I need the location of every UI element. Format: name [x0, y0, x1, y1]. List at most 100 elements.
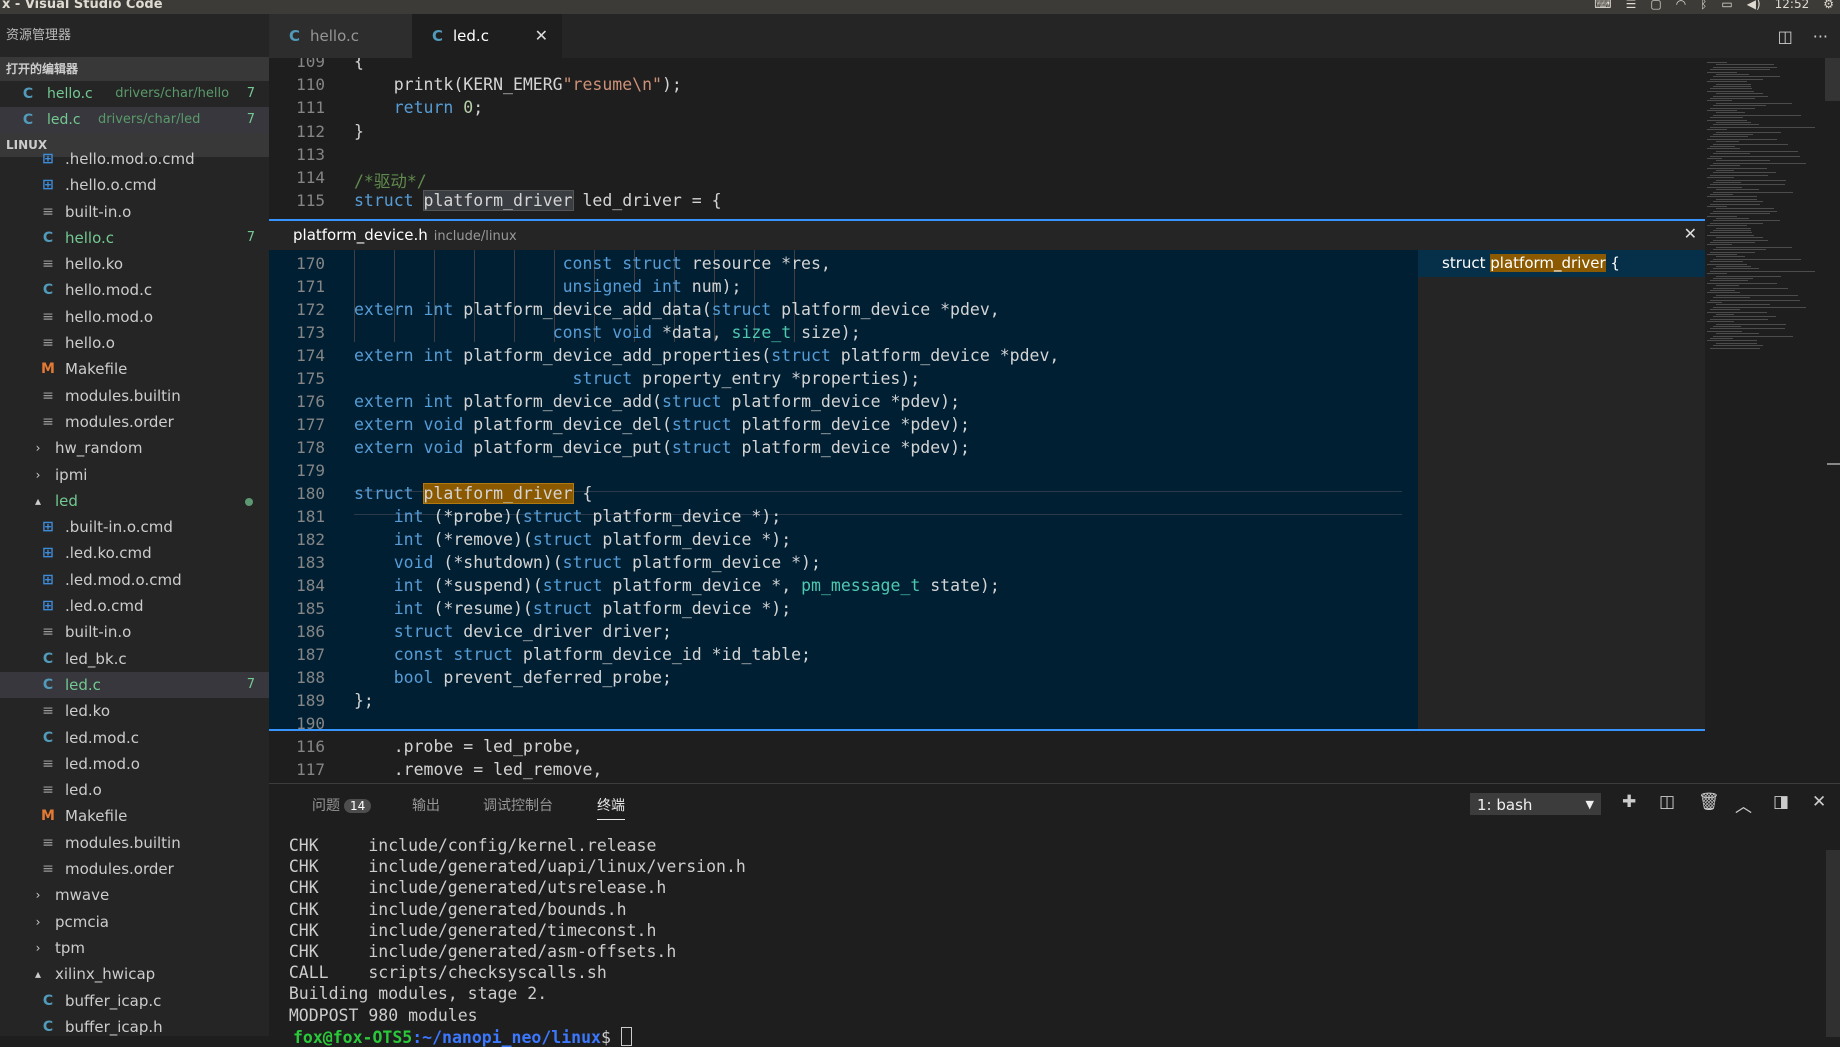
terminal-line: CHK include/generated/asm-offsets.h — [269, 942, 677, 961]
terminal-line: CHK include/generated/uapi/linux/version… — [269, 857, 746, 877]
tab-output[interactable]: 输出 — [412, 795, 440, 815]
terminal-line: MODPOST 980 modules — [269, 1005, 478, 1025]
tree-item[interactable]: ▴ led — [0, 488, 269, 514]
tab-debug-console[interactable]: 调试控制台 — [483, 795, 553, 815]
tree-item[interactable]: Chello.mod.c — [0, 277, 269, 303]
tree-item[interactable]: ≡ led.mod.o — [0, 751, 269, 777]
code-line: .remove = led_remove, — [354, 760, 603, 780]
tree-item[interactable]: ≡ hello.o — [0, 330, 269, 356]
tree-item[interactable]: Cled_bk.c — [0, 646, 269, 672]
tree-item[interactable]: › pcmcia — [0, 909, 269, 935]
keyboard-icon[interactable]: ⌨ — [1594, 0, 1611, 11]
close-tab-icon[interactable]: ✕ — [535, 14, 548, 58]
clock[interactable]: 12:52 — [1775, 0, 1810, 11]
close-panel-icon[interactable]: ✕ — [1812, 792, 1826, 812]
minimap-line — [1716, 141, 1740, 143]
minimap-line — [1713, 172, 1776, 174]
tree-item[interactable]: M Makefile — [0, 356, 269, 382]
peek-file-name[interactable]: platform_device.h include/linux — [293, 226, 517, 244]
bluetooth-icon[interactable]: ᛒ — [1700, 0, 1707, 11]
terminal-line: CHK include/generated/timeconst.h — [269, 920, 657, 940]
peek-reference-item[interactable]: struct platform_driver { — [1418, 250, 1705, 277]
line-number: 113 — [296, 144, 325, 164]
tree-item[interactable]: ⊞ .hello.mod.o.cmd — [0, 146, 269, 172]
maximize-panel-icon[interactable]: ︿ — [1735, 792, 1752, 817]
tree-item[interactable]: ⊞ .built-in.o.cmd — [0, 514, 269, 540]
tree-item[interactable]: ⊞ .led.ko.cmd — [0, 540, 269, 566]
tree-item[interactable]: Cbuffer_icap.h — [0, 1014, 269, 1036]
peek-code[interactable]: 170 const struct resource *res, 171 unsig… — [269, 250, 1402, 729]
menu-icon[interactable]: ☰ — [1626, 0, 1637, 11]
tab-terminal[interactable]: 终端 — [597, 795, 625, 820]
scrollbar-thumb[interactable] — [1825, 58, 1840, 101]
chevron-right-icon: › — [35, 467, 41, 482]
minimap-line — [1713, 66, 1778, 68]
tab-problems[interactable]: 问题 14 — [312, 795, 372, 815]
tab-led-c[interactable]: Cled.c ✕ — [412, 14, 562, 58]
tree-item-label: modules.builtin — [65, 833, 181, 852]
minimap-line — [1707, 196, 1757, 198]
tree-item[interactable]: ⊞ .led.mod.o.cmd — [0, 567, 269, 593]
volume-icon[interactable]: ◀) — [1747, 0, 1761, 11]
scrollbar-marker — [1827, 463, 1840, 465]
tree-item[interactable]: ≡ modules.order — [0, 856, 269, 882]
settings-gear-icon[interactable]: ⚙ — [1823, 0, 1834, 11]
line-number: 172 — [296, 300, 325, 319]
tree-item[interactable]: ≡ hello.ko — [0, 251, 269, 277]
minimap[interactable] — [1705, 58, 1825, 783]
prompt-path: :~/nanopi_neo/linux — [412, 1027, 601, 1047]
split-terminal-icon[interactable]: ◫ — [1659, 792, 1675, 812]
open-editor-item[interactable]: Cled.c drivers/char/led 7 — [0, 107, 269, 133]
open-editor-item[interactable]: Chello.c drivers/char/hello 7 — [0, 81, 269, 107]
tree-item[interactable]: ⊞ .led.o.cmd — [0, 593, 269, 619]
terminal-scrollbar[interactable] — [1826, 850, 1840, 1037]
minimap-line — [1716, 314, 1734, 315]
tree-item-label: .led.mod.o.cmd — [65, 570, 182, 589]
tree-item[interactable]: ≡ modules.builtin — [0, 830, 269, 856]
tree-item[interactable]: ▴ xilinx_hwicap — [0, 961, 269, 987]
line-number: 176 — [296, 392, 325, 411]
tree-item[interactable]: M Makefile — [0, 803, 269, 829]
tree-item[interactable]: ≡ modules.order — [0, 409, 269, 435]
minimap-line — [1713, 86, 1751, 87]
tree-item[interactable]: Cled.mod.c — [0, 725, 269, 751]
battery-icon[interactable]: ▭ — [1721, 0, 1732, 11]
line-number: 173 — [296, 323, 325, 342]
toggle-panel-position-icon[interactable]: ◨ — [1773, 792, 1789, 812]
tree-item[interactable]: › tpm — [0, 935, 269, 961]
tree-item[interactable]: ≡ built-in.o — [0, 199, 269, 225]
new-terminal-icon[interactable]: ✚ — [1622, 792, 1636, 812]
tree-item[interactable]: ≡ led.ko — [0, 698, 269, 724]
minimap-line — [1710, 232, 1752, 234]
tree-item[interactable]: Cled.c 7 — [0, 671, 269, 699]
tree-item[interactable]: › ipmi — [0, 462, 269, 488]
tree-item[interactable]: ≡ hello.mod.o — [0, 304, 269, 330]
minimap-line — [1713, 335, 1793, 337]
tree-item[interactable]: Cbuffer_icap.c — [0, 988, 269, 1014]
tree-item-label: led.mod.c — [65, 728, 140, 747]
open-editors-header[interactable]: 打开的编辑器 — [0, 57, 269, 81]
minimap-line — [1710, 318, 1769, 320]
tab-hello-c[interactable]: Chello.c — [269, 14, 412, 58]
more-actions-icon[interactable]: ··· — [1813, 27, 1828, 46]
tree-item[interactable]: Chello.c 7 — [0, 225, 269, 251]
window-icon[interactable]: ▢ — [1650, 0, 1661, 11]
trash-icon[interactable]: 🗑 — [1698, 792, 1720, 812]
split-editor-icon[interactable]: ◫ — [1778, 27, 1793, 46]
tree-item-label: buffer_icap.c — [65, 991, 162, 1010]
problems-count-badge: 14 — [344, 799, 372, 813]
tree-item[interactable]: ≡ built-in.o — [0, 619, 269, 645]
editor-scrollbar[interactable] — [1825, 58, 1840, 783]
tree-item[interactable]: ⊞ .hello.o.cmd — [0, 172, 269, 198]
tree-item[interactable]: › mwave — [0, 882, 269, 908]
tree-item[interactable]: ≡ modules.builtin — [0, 383, 269, 409]
minimap-line — [1713, 114, 1801, 116]
terminal-prompt[interactable]: fox@fox-OTS5:~/nanopi_neo/linux$ — [293, 1026, 632, 1047]
close-peek-icon[interactable]: ✕ — [1684, 224, 1697, 243]
tree-item[interactable]: ≡ led.o — [0, 777, 269, 803]
chevron-right-icon: › — [35, 914, 41, 929]
wifi-icon[interactable]: ◠ — [1676, 0, 1686, 11]
terminal-select[interactable]: 1: bash ▼ — [1470, 793, 1601, 815]
tree-item[interactable]: › hw_random — [0, 435, 269, 461]
line-number: 112 — [296, 121, 325, 141]
